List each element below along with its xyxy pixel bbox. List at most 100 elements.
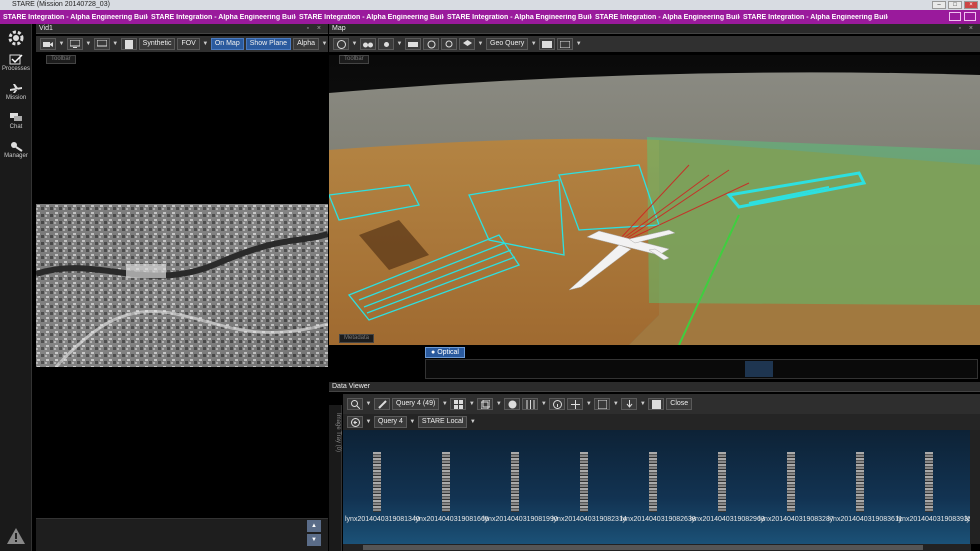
timeline-handle[interactable] <box>745 361 773 377</box>
banner-maximize-icon[interactable] <box>964 12 976 21</box>
target-icon[interactable] <box>423 38 439 50</box>
thumbnail-image[interactable] <box>373 452 381 512</box>
3d-map-view[interactable] <box>329 55 980 345</box>
chevron-down-icon[interactable]: ▼ <box>468 398 475 410</box>
ruler-icon[interactable] <box>405 38 421 50</box>
warning-icon[interactable] <box>6 527 26 545</box>
thumbnail-label[interactable]: lynx2014040319081665 <box>414 516 489 523</box>
monitor-icon[interactable] <box>66 38 83 50</box>
chevron-down-icon[interactable]: ▼ <box>321 38 328 50</box>
vertical-scrollbar[interactable] <box>970 430 980 544</box>
close-window-button[interactable]: × <box>964 1 978 9</box>
chevron-down-icon[interactable]: ▼ <box>441 398 448 410</box>
chevron-down-icon[interactable]: ▼ <box>639 398 646 410</box>
chevron-down-icon[interactable]: ▼ <box>112 38 119 50</box>
thumbnail-image[interactable] <box>511 452 519 512</box>
search-icon[interactable] <box>347 398 363 410</box>
image-tray-tab[interactable]: Image Tray (0) <box>329 405 342 551</box>
sun-icon[interactable] <box>378 38 394 50</box>
chevron-down-icon[interactable]: ▼ <box>575 38 582 50</box>
image-icon[interactable] <box>504 398 521 410</box>
window-icon[interactable] <box>594 398 611 410</box>
metadata-pill[interactable]: Metadata <box>339 334 375 343</box>
chevron-down-icon[interactable]: ▼ <box>469 416 476 428</box>
thumbnail-image[interactable] <box>442 452 450 512</box>
panel-controls[interactable]: ▫ × <box>306 24 324 34</box>
chevron-down-icon[interactable]: ▼ <box>58 38 65 50</box>
panel-controls[interactable]: ▫ × <box>958 24 976 34</box>
horizontal-scrollbar[interactable] <box>343 544 971 551</box>
thumbnail-image[interactable] <box>580 452 588 512</box>
page-icon[interactable] <box>120 38 137 50</box>
chevron-down-icon[interactable]: ▼ <box>202 38 209 50</box>
on-map-toggle[interactable]: On Map <box>210 38 244 50</box>
thumbnail-label[interactable]: lynx2014040319083611 <box>828 516 902 523</box>
toolbar-pill[interactable]: Toolbar <box>46 55 76 64</box>
thumbnail-label[interactable]: lynx2014040319082314 <box>552 516 627 523</box>
chevron-down-icon[interactable]: ▼ <box>477 38 484 50</box>
maximize-button[interactable]: □ <box>948 1 962 9</box>
optical-tab[interactable]: ● Optical <box>425 347 465 358</box>
map-toolbar-pill[interactable]: Toolbar <box>339 55 369 64</box>
scroll-up-button[interactable]: ▲ <box>307 520 321 532</box>
layers-icon[interactable] <box>459 38 475 50</box>
back-arrow-icon[interactable] <box>347 416 363 428</box>
chevron-down-icon[interactable]: ▼ <box>365 398 372 410</box>
thumbnail-image[interactable] <box>787 452 795 512</box>
scroll-down-button[interactable]: ▼ <box>307 534 321 546</box>
query-tab[interactable]: Query 4 <box>374 416 407 428</box>
minimize-button[interactable]: – <box>932 1 946 9</box>
sidebar-item-processes[interactable]: Processes <box>0 54 32 81</box>
chevron-down-icon[interactable]: ▼ <box>351 38 358 50</box>
thumbnail-label[interactable]: lynx2014040319081340 <box>345 516 420 523</box>
sliders-icon[interactable] <box>522 398 539 410</box>
add-icon[interactable] <box>567 398 584 410</box>
briefcase-icon[interactable] <box>539 38 556 50</box>
sidebar-item-manager[interactable]: Manager <box>0 141 32 168</box>
sidebar-item-chat[interactable]: Chat <box>0 112 32 139</box>
globe-icon[interactable] <box>333 38 349 50</box>
optical-timeline[interactable] <box>425 359 978 379</box>
chevron-down-icon[interactable]: ▼ <box>365 416 372 428</box>
zoom-icon[interactable] <box>441 38 457 50</box>
close-button[interactable]: Close <box>666 398 693 410</box>
scroll-thumb[interactable] <box>363 545 923 550</box>
screen-icon[interactable] <box>557 38 574 50</box>
chevron-down-icon[interactable]: ▼ <box>396 38 403 50</box>
export-icon[interactable] <box>648 398 665 410</box>
display-icon[interactable] <box>93 38 110 50</box>
synthetic-toggle[interactable]: Synthetic <box>138 38 176 50</box>
thumbnail-label[interactable]: lynx2014040319081990 <box>483 516 558 523</box>
chevron-down-icon[interactable]: ▼ <box>409 416 416 428</box>
geo-query-button[interactable]: Geo Query <box>486 38 529 50</box>
thumbnail-image[interactable] <box>856 452 864 512</box>
thumbnail-label[interactable]: lynx2014040319083287 <box>759 516 834 523</box>
sidebar-item-mission[interactable]: Mission <box>0 83 32 110</box>
settings-gear-icon[interactable] <box>0 24 32 52</box>
thumbnail-label[interactable]: lynx2014040319082963 <box>690 516 765 523</box>
query-dropdown[interactable]: Query 4 (49) <box>392 398 440 410</box>
camera-icon[interactable] <box>40 38 56 50</box>
brush-icon[interactable] <box>374 398 390 410</box>
show-plane-toggle[interactable]: Show Plane <box>245 38 292 50</box>
alpha-toggle[interactable]: Alpha <box>293 38 319 50</box>
info-icon[interactable] <box>549 398 566 410</box>
grid-view-icon[interactable] <box>450 398 467 410</box>
download-icon[interactable] <box>621 398 638 410</box>
chevron-down-icon[interactable]: ▼ <box>530 38 537 50</box>
source-dropdown[interactable]: STARE Local <box>417 416 468 428</box>
stack-icon[interactable] <box>477 398 494 410</box>
chevron-down-icon[interactable]: ▼ <box>495 398 502 410</box>
thumbnail-label[interactable]: lynx2014040319082638 <box>621 516 696 523</box>
thumbnail-image[interactable] <box>718 452 726 512</box>
binoculars-icon[interactable] <box>360 38 376 50</box>
chevron-down-icon[interactable]: ▼ <box>540 398 547 410</box>
thumbnail-image[interactable] <box>925 452 933 512</box>
fov-toggle[interactable]: FOV <box>177 38 200 50</box>
chevron-down-icon[interactable]: ▼ <box>612 398 619 410</box>
thumbnail-label[interactable]: lynx2014040319083935 <box>897 516 971 523</box>
thumbnail-image[interactable] <box>649 452 657 512</box>
banner-minimize-icon[interactable] <box>949 12 961 21</box>
chevron-down-icon[interactable]: ▼ <box>585 398 592 410</box>
chevron-down-icon[interactable]: ▼ <box>85 38 92 50</box>
